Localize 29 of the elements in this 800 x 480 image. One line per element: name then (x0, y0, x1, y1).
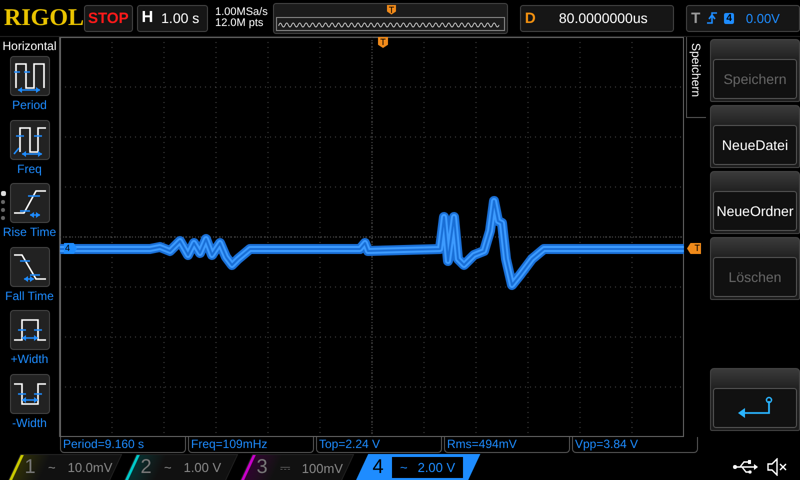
channel-tab[interactable]: 2 ~ 1.00 V (124, 454, 238, 480)
channel-tab[interactable]: 3 ⎓ 100mV (240, 454, 354, 480)
softkey-button[interactable]: NeueDatei (710, 105, 800, 168)
channel-offset-marker: 4 (64, 243, 77, 254)
menu-title: Horizontal (2, 39, 57, 53)
measurement-readout: Vpp=3.84 V (572, 437, 698, 453)
sample-rate: 1.00MSa/s (215, 7, 269, 18)
menu-item[interactable]: Fall Time (5, 246, 54, 306)
measurement-readout: Rms=494mV (444, 437, 570, 453)
channel-tab[interactable]: 4 ~ 2.00 V (356, 454, 480, 480)
trigger-marker: T (386, 4, 396, 14)
menu-item[interactable]: Rise Time (2, 183, 56, 242)
menu-title: Speichern (688, 42, 703, 98)
channel-tab[interactable]: 1 ~ 10.0mV (8, 454, 122, 480)
run-stop-indicator[interactable]: STOP (84, 4, 133, 32)
memory-depth: 12.0M pts (215, 18, 264, 29)
measurement-readout: Period=9.160 s (60, 437, 186, 453)
menu-item[interactable]: -Width (10, 374, 50, 433)
measurement-readout: Freq=109mHz (188, 437, 314, 453)
delay-box[interactable]: D 80.0000000us (520, 4, 674, 32)
trigger-box[interactable]: T 4 0.00V (686, 4, 800, 32)
menu-item[interactable]: Freq (10, 120, 50, 179)
softkey-button[interactable]: NeueOrdner (710, 171, 800, 234)
trigger-position-marker: T (378, 37, 388, 48)
menu-item[interactable]: Period (10, 56, 50, 116)
measurement-readout: Top=2.24 V (316, 437, 442, 453)
trigger-level-marker: T (687, 243, 701, 254)
timebase-box[interactable]: H 1.00 s (136, 4, 208, 32)
menu-item[interactable]: +Width (10, 310, 50, 370)
